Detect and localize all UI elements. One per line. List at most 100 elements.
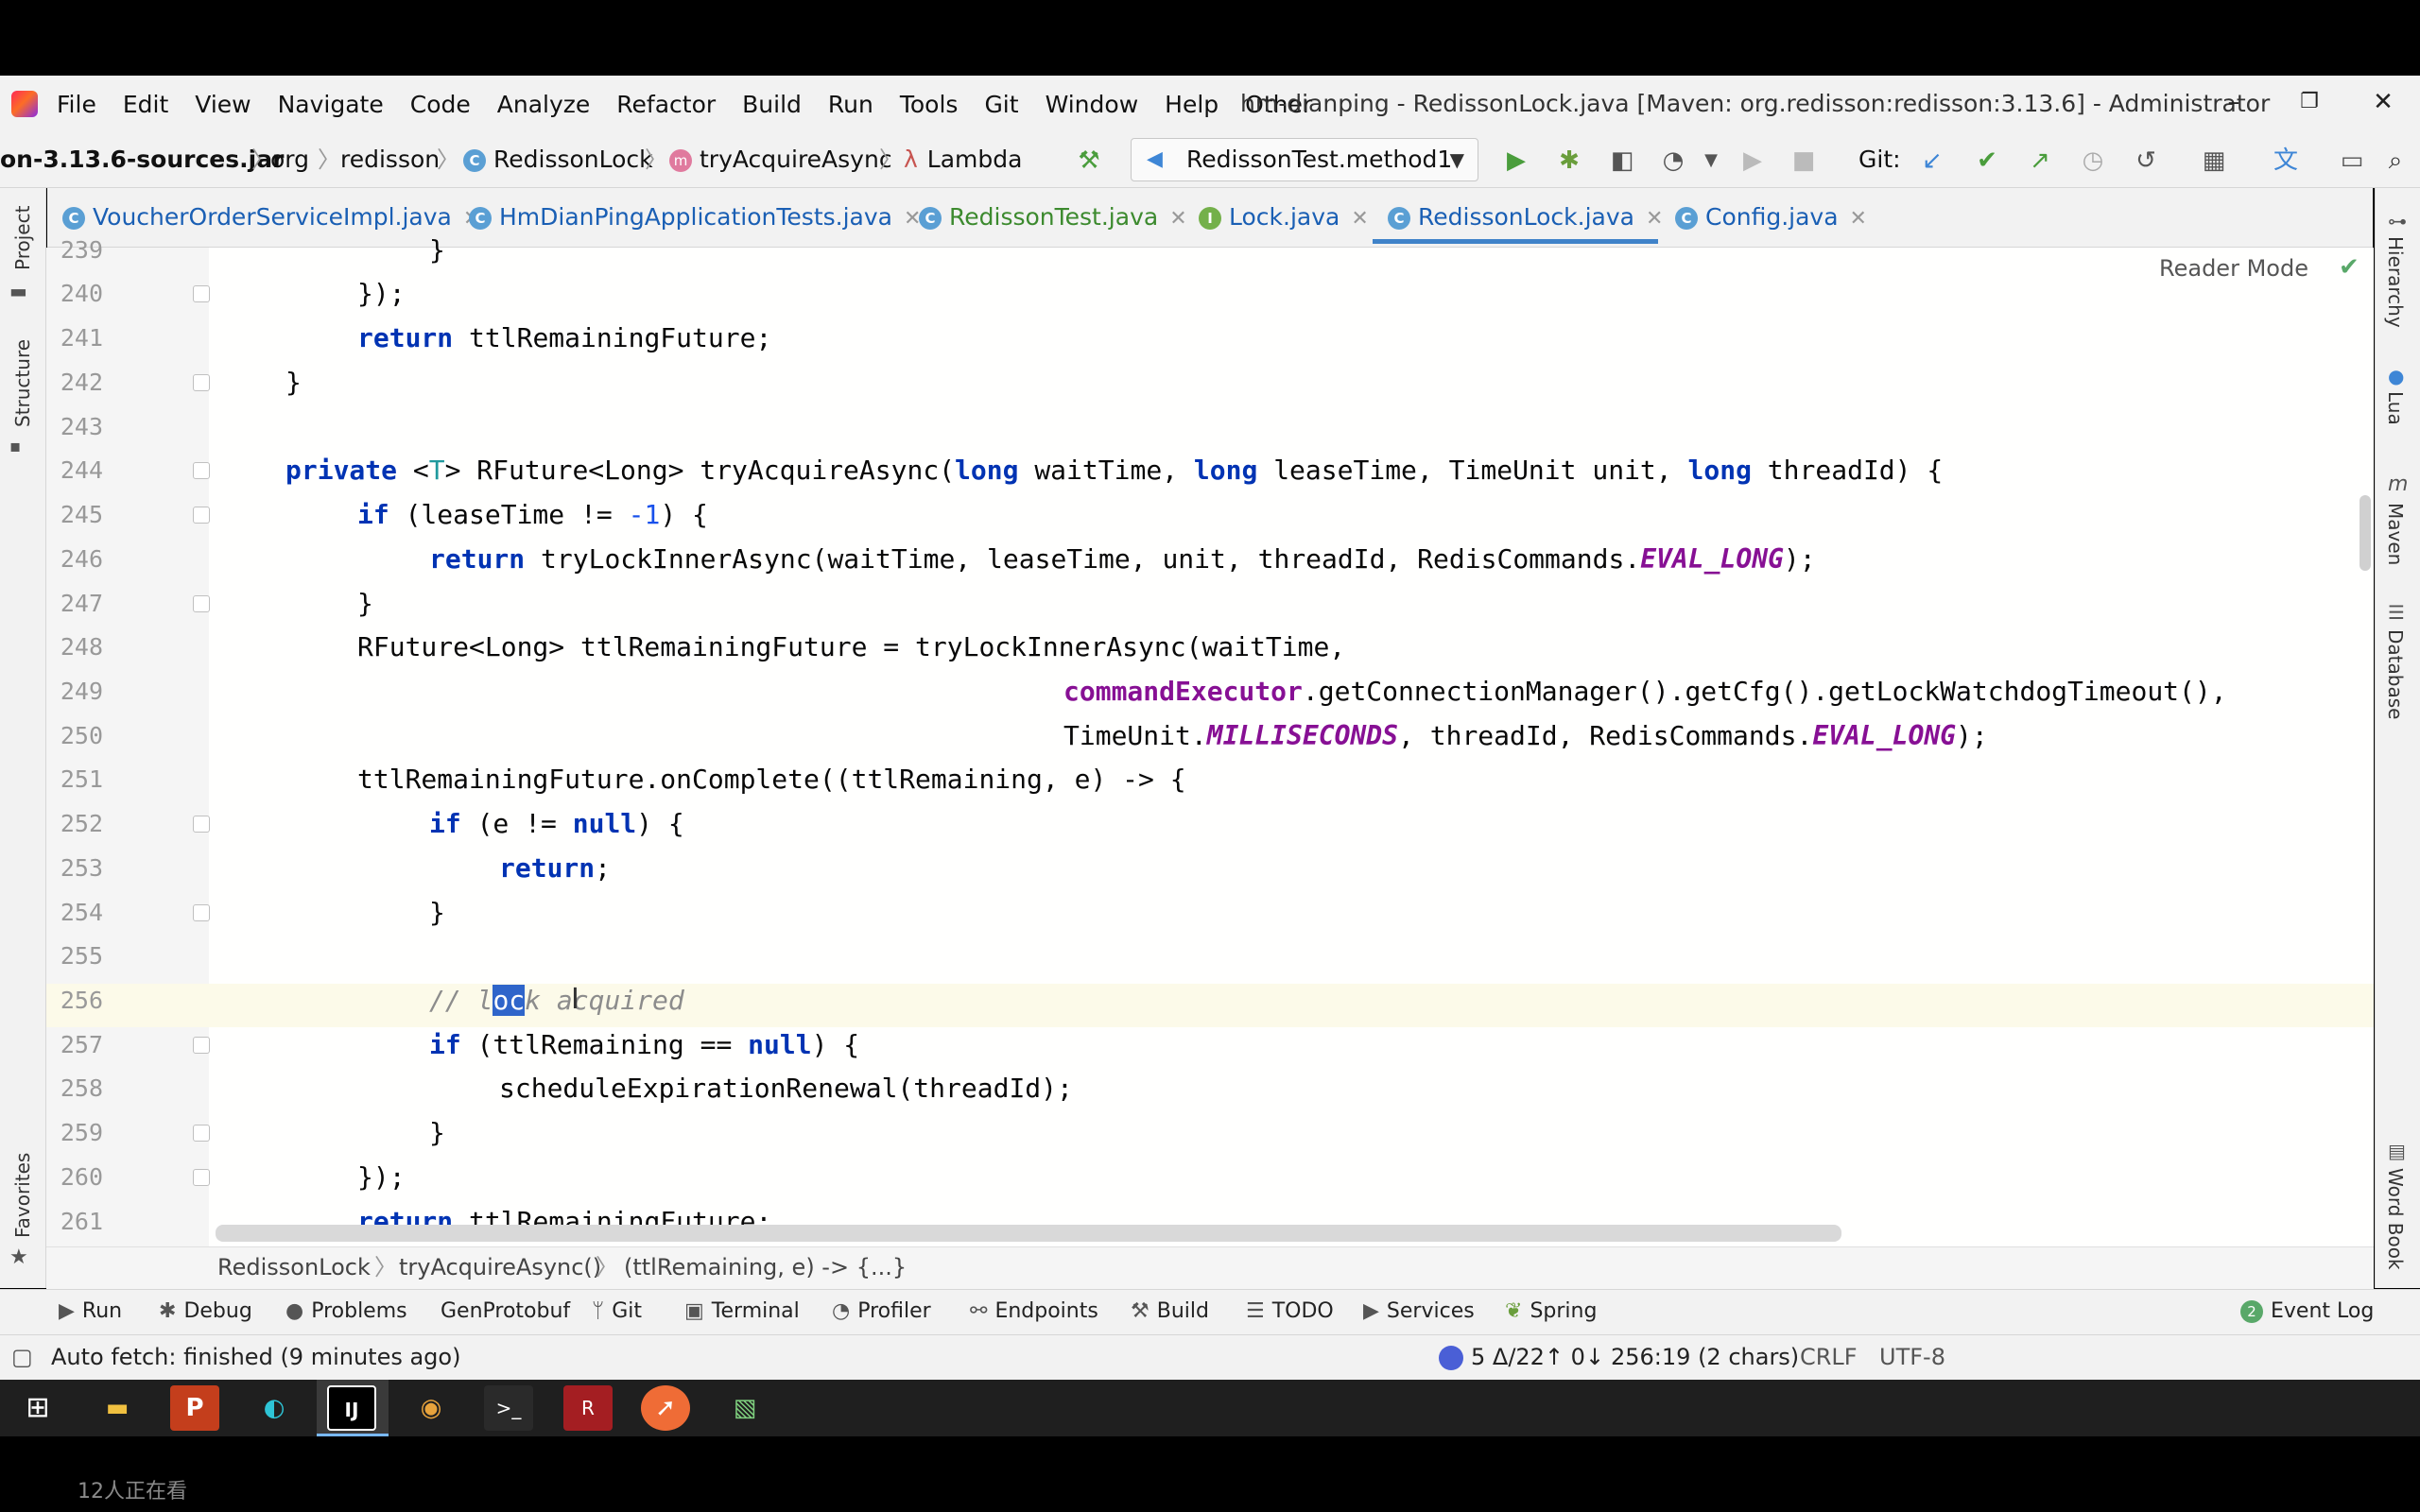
debug-icon[interactable]: ✱: [1552, 144, 1586, 178]
build-tool-button[interactable]: ⚒ Build: [1131, 1289, 1209, 1334]
tab-lock[interactable]: I Lock.java ✕: [1199, 188, 1369, 247]
project-tool-button[interactable]: Project: [11, 206, 34, 270]
code-crumb-lambda[interactable]: (ttlRemaining, e) -> {...}: [624, 1246, 907, 1288]
profile-icon[interactable]: ◔: [1656, 144, 1690, 178]
hierarchy-tool-button[interactable]: Hierarchy: [2384, 236, 2407, 328]
crumb-lambda[interactable]: λ Lambda: [904, 132, 1022, 187]
git-tool-button[interactable]: ᛘ Git: [592, 1289, 642, 1334]
search-icon[interactable]: ⌕: [2378, 144, 2412, 178]
git-commit-icon[interactable]: ✔: [1970, 144, 2004, 178]
git-push-icon[interactable]: ↗: [2023, 144, 2057, 178]
fold-marker-icon[interactable]: [193, 285, 210, 302]
close-tab-icon[interactable]: ✕: [1850, 207, 1867, 231]
menu-build[interactable]: Build: [742, 91, 802, 118]
word-book-tool-button[interactable]: Word Book: [2384, 1168, 2407, 1270]
menu-refactor[interactable]: Refactor: [616, 91, 716, 118]
menu-file[interactable]: File: [57, 91, 96, 118]
debug-tool-button[interactable]: ✱ Debug: [159, 1289, 252, 1334]
lua-tool-button[interactable]: Lua: [2384, 391, 2407, 425]
menu-view[interactable]: View: [195, 91, 251, 118]
close-tab-icon[interactable]: ✕: [1646, 207, 1663, 231]
close-window-icon[interactable]: ✕: [2350, 76, 2416, 132]
code-crumb-method[interactable]: tryAcquireAsync(): [399, 1246, 601, 1288]
menu-edit[interactable]: Edit: [123, 91, 168, 118]
crumb-method[interactable]: m tryAcquireAsync: [669, 132, 892, 187]
caret-position[interactable]: 256:19 (2 chars): [1611, 1334, 1799, 1380]
windows-start-icon[interactable]: ⊞: [13, 1385, 62, 1431]
crumb-redisson[interactable]: redisson: [340, 132, 440, 187]
run-config-select[interactable]: ◀ RedissonTest.method1 ▼: [1131, 138, 1478, 181]
coverage-icon[interactable]: ◧: [1605, 144, 1639, 178]
file-encoding[interactable]: UTF-8: [1879, 1334, 1945, 1380]
menu-run[interactable]: Run: [828, 91, 873, 118]
history-icon[interactable]: ◷: [2076, 144, 2110, 178]
spring-tool-button[interactable]: ❦ Spring: [1505, 1289, 1597, 1334]
profile-dropdown-icon[interactable]: ▼: [1694, 144, 1728, 178]
menu-help[interactable]: Help: [1165, 91, 1219, 118]
postman-icon[interactable]: ➚: [641, 1385, 690, 1431]
reader-mode-button[interactable]: Reader Mode: [2159, 255, 2308, 282]
status-square-icon[interactable]: ▢: [11, 1334, 33, 1380]
fold-marker-icon[interactable]: [193, 1125, 210, 1142]
endpoints-tool-button[interactable]: ⚯ Endpoints: [970, 1289, 1098, 1334]
menu-tools[interactable]: Tools: [900, 91, 959, 118]
crumb-org[interactable]: org: [270, 132, 309, 187]
rollback-icon[interactable]: ↺: [2129, 144, 2163, 178]
fold-marker-icon[interactable]: [193, 904, 210, 921]
profiler-tool-button[interactable]: ◔ Profiler: [832, 1289, 931, 1334]
fold-marker-icon[interactable]: [193, 507, 210, 524]
git-update-icon[interactable]: ↙: [1915, 144, 1949, 178]
git-status[interactable]: 5 Δ/22↑ 0↓: [1439, 1334, 1604, 1380]
tab-redisson-lock[interactable]: C RedissonLock.java ✕: [1388, 188, 1663, 247]
file-explorer-icon[interactable]: ▬: [93, 1385, 142, 1431]
fold-marker-icon[interactable]: [193, 595, 210, 612]
close-tab-icon[interactable]: ✕: [1351, 207, 1368, 231]
minimize-icon[interactable]: –: [2201, 76, 2267, 132]
favorites-tool-button[interactable]: Favorites: [11, 1153, 34, 1238]
chrome-icon[interactable]: ◉: [406, 1385, 456, 1431]
fold-marker-icon[interactable]: [193, 1037, 210, 1054]
horizontal-scrollbar[interactable]: [216, 1225, 1841, 1242]
fold-marker-icon[interactable]: [193, 1169, 210, 1186]
restore-icon[interactable]: ❐: [2276, 76, 2342, 132]
menu-git[interactable]: Git: [984, 91, 1018, 118]
genprotobuf-tool-button[interactable]: GenProtobuf: [441, 1289, 570, 1334]
crumb-jar[interactable]: on-3.13.6-sources.jar: [0, 132, 284, 187]
line-separator[interactable]: CRLF: [1800, 1334, 1858, 1380]
tab-hm-dianping-application-tests[interactable]: C HmDianPingApplicationTests.java ✕: [469, 188, 921, 247]
services-tool-button[interactable]: ▶ Services: [1363, 1289, 1475, 1334]
tab-redisson-test[interactable]: C RedissonTest.java ✕: [919, 188, 1187, 247]
redis-desktop-icon[interactable]: R: [563, 1385, 613, 1431]
terminal-taskbar-icon[interactable]: >_: [484, 1385, 533, 1431]
problems-tool-button[interactable]: ● Problems: [285, 1289, 407, 1334]
build-hammer-icon[interactable]: ⚒: [1072, 144, 1106, 178]
structure-tool-button[interactable]: Structure: [11, 339, 34, 427]
menu-navigate[interactable]: Navigate: [278, 91, 384, 118]
edge-icon[interactable]: ◐: [250, 1385, 299, 1431]
presentation-icon[interactable]: ▭: [2335, 144, 2369, 178]
tab-config[interactable]: C Config.java ✕: [1675, 188, 1867, 247]
run-icon[interactable]: ▶: [1499, 144, 1533, 178]
maven-tool-button[interactable]: Maven: [2384, 503, 2407, 565]
run-tool-button[interactable]: ▶ Run: [59, 1289, 122, 1334]
database-tool-button[interactable]: Database: [2384, 629, 2407, 719]
crumb-class[interactable]: C RedissonLock: [463, 132, 653, 187]
translate-icon[interactable]: 文: [2269, 144, 2303, 178]
close-tab-icon[interactable]: ✕: [1169, 207, 1186, 231]
menu-window[interactable]: Window: [1046, 91, 1139, 118]
powerpoint-icon[interactable]: P: [170, 1385, 219, 1431]
terminal-tool-button[interactable]: ▣ Terminal: [684, 1289, 800, 1334]
todo-tool-button[interactable]: ☰ TODO: [1246, 1289, 1334, 1334]
fold-marker-icon[interactable]: [193, 374, 210, 391]
project-structure-icon[interactable]: ▦: [2197, 144, 2231, 178]
fold-marker-icon[interactable]: [193, 816, 210, 833]
menu-code[interactable]: Code: [410, 91, 471, 118]
screen-capture-icon[interactable]: ▧: [720, 1385, 769, 1431]
intellij-taskbar-icon[interactable]: IJ: [327, 1385, 376, 1431]
vertical-scrollbar[interactable]: [2360, 495, 2371, 571]
code-crumb-class[interactable]: RedissonLock: [217, 1246, 371, 1288]
menu-analyze[interactable]: Analyze: [497, 91, 591, 118]
tab-voucher-order-service-impl[interactable]: CVoucherOrderServiceImpl.java✕: [62, 188, 480, 247]
event-log-tool-button[interactable]: 2 Event Log: [2240, 1289, 2374, 1334]
fold-marker-icon[interactable]: [193, 462, 210, 479]
